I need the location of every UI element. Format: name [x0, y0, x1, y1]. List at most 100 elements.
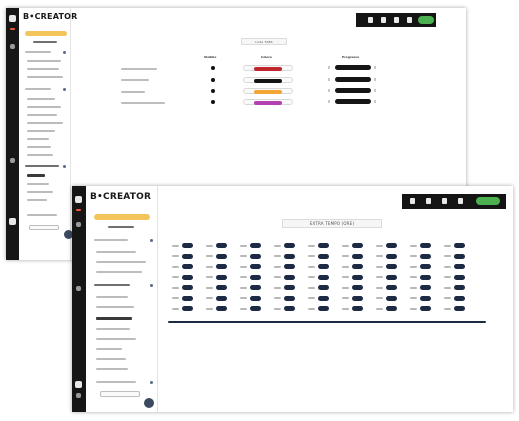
- home-icon[interactable]: [410, 198, 415, 204]
- grid-cell-button[interactable]: [318, 285, 329, 290]
- sidebar-item[interactable]: [96, 261, 146, 263]
- sidebar-item[interactable]: [27, 60, 61, 62]
- print-icon[interactable]: [442, 198, 447, 204]
- progress-decrease[interactable]: [328, 66, 330, 69]
- sidebar-item[interactable]: [25, 88, 51, 90]
- grid-cell-button[interactable]: [284, 295, 295, 301]
- print-icon[interactable]: [394, 17, 399, 23]
- user-icon[interactable]: [458, 198, 463, 204]
- sidebar-item[interactable]: [27, 214, 57, 216]
- progress-field[interactable]: [335, 99, 371, 104]
- grid-cell-button[interactable]: [284, 306, 295, 311]
- progress-increase[interactable]: [374, 100, 376, 103]
- sidebar-item[interactable]: [27, 76, 63, 78]
- user-icon[interactable]: [75, 381, 82, 388]
- sidebar-item[interactable]: [96, 306, 134, 308]
- grid-cell-button[interactable]: [284, 285, 295, 290]
- sidebar-item[interactable]: [94, 284, 130, 286]
- grid-cell-button[interactable]: [386, 306, 397, 311]
- sidebar-item[interactable]: [96, 338, 136, 340]
- grid-cell-button[interactable]: [250, 253, 261, 259]
- sidebar-action-button[interactable]: [29, 225, 59, 230]
- grid-cell-button[interactable]: [386, 243, 397, 248]
- sidebar-item[interactable]: [27, 98, 55, 100]
- progress-field[interactable]: [335, 65, 371, 70]
- progress-increase[interactable]: [374, 78, 376, 81]
- sidebar-item-active[interactable]: [27, 174, 45, 177]
- grid-cell-button[interactable]: [182, 295, 193, 301]
- progress-field[interactable]: [335, 77, 371, 82]
- grid-cell-button[interactable]: [216, 274, 227, 280]
- sidebar-item[interactable]: [96, 271, 142, 273]
- grid-cell-button[interactable]: [454, 264, 465, 269]
- grid-cell-button[interactable]: [318, 306, 329, 311]
- expand-icon[interactable]: [63, 88, 66, 91]
- sidebar-item[interactable]: [27, 106, 61, 108]
- grid-cell-button[interactable]: [420, 264, 431, 269]
- visible-toggle[interactable]: [211, 66, 215, 70]
- logout-icon[interactable]: [76, 393, 81, 398]
- grid-cell-button[interactable]: [352, 274, 363, 280]
- visible-toggle[interactable]: [211, 78, 215, 82]
- grid-cell-button[interactable]: [216, 306, 227, 311]
- visible-toggle[interactable]: [211, 89, 215, 93]
- grid-cell-button[interactable]: [182, 253, 193, 259]
- save-button[interactable]: [476, 197, 500, 205]
- project-selector-button[interactable]: [25, 31, 67, 36]
- grid-cell-button[interactable]: [250, 285, 261, 290]
- bell-icon[interactable]: [381, 17, 386, 23]
- grid-cell-button[interactable]: [250, 306, 261, 311]
- grid-cell-button[interactable]: [352, 264, 363, 269]
- grid-cell-button[interactable]: [318, 243, 329, 248]
- sidebar-item[interactable]: [25, 51, 51, 53]
- color-picker[interactable]: [243, 77, 293, 83]
- visible-toggle[interactable]: [211, 100, 215, 104]
- sidebar-item[interactable]: [27, 183, 49, 185]
- grid-cell-button[interactable]: [352, 285, 363, 290]
- sidebar-item[interactable]: [96, 381, 136, 383]
- sidebar-item[interactable]: [27, 199, 47, 201]
- progress-decrease[interactable]: [328, 100, 330, 103]
- progress-increase[interactable]: [374, 89, 376, 92]
- progress-increase[interactable]: [374, 66, 376, 69]
- sidebar-item[interactable]: [27, 68, 59, 70]
- progress-decrease[interactable]: [328, 89, 330, 92]
- grid-cell-button[interactable]: [216, 264, 227, 269]
- sidebar-item[interactable]: [27, 122, 63, 124]
- grid-cell-button[interactable]: [318, 264, 329, 269]
- grid-cell-button[interactable]: [182, 285, 193, 290]
- settings-icon[interactable]: [10, 158, 15, 163]
- sidebar-item[interactable]: [27, 114, 57, 116]
- expand-icon[interactable]: [150, 284, 153, 287]
- grid-cell-button[interactable]: [386, 285, 397, 290]
- grid-cell-button[interactable]: [352, 306, 363, 311]
- sidebar-item[interactable]: [96, 328, 130, 330]
- grid-cell-button[interactable]: [284, 253, 295, 259]
- project-selector-button[interactable]: [94, 214, 150, 220]
- add-button[interactable]: [144, 398, 154, 408]
- grid-cell-button[interactable]: [420, 274, 431, 280]
- sidebar-item[interactable]: [27, 138, 49, 140]
- expand-icon[interactable]: [63, 165, 66, 168]
- sidebar-item[interactable]: [96, 296, 128, 298]
- sidebar-item[interactable]: [96, 251, 136, 253]
- grid-cell-button[interactable]: [182, 264, 193, 269]
- grid-cell-button[interactable]: [352, 295, 363, 301]
- grid-cell-button[interactable]: [454, 295, 465, 301]
- grid-cell-button[interactable]: [386, 264, 397, 269]
- grid-cell-button[interactable]: [420, 295, 431, 301]
- color-picker[interactable]: [243, 99, 293, 105]
- grid-cell-button[interactable]: [216, 243, 227, 248]
- grid-cell-button[interactable]: [318, 274, 329, 280]
- sidebar-item[interactable]: [96, 368, 128, 370]
- sidebar-item[interactable]: [27, 191, 53, 193]
- progress-decrease[interactable]: [328, 78, 330, 81]
- expand-icon[interactable]: [150, 239, 153, 242]
- grid-cell-button[interactable]: [386, 253, 397, 259]
- grid-cell-button[interactable]: [318, 253, 329, 259]
- grid-cell-button[interactable]: [454, 306, 465, 311]
- grid-cell-button[interactable]: [386, 274, 397, 280]
- color-picker[interactable]: [243, 88, 293, 94]
- grid-cell-button[interactable]: [284, 243, 295, 248]
- sidebar-item[interactable]: [96, 358, 126, 360]
